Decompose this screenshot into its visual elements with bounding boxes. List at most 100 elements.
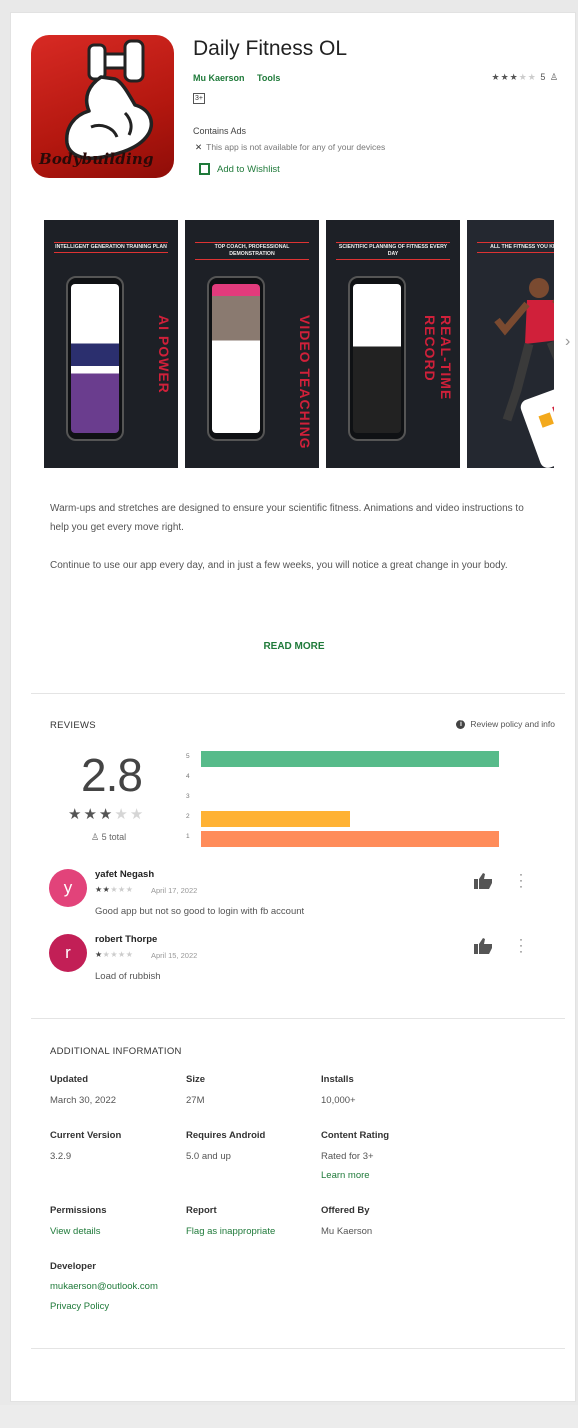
star-filled-icon: ★ [491, 72, 501, 82]
category-link[interactable]: Tools [257, 73, 280, 83]
phone-mockup [207, 276, 265, 441]
star-empty-icon: ★ [118, 885, 126, 894]
developer-email-link[interactable]: mukaerson@outlook.com [50, 1281, 158, 1292]
phone-mockup [66, 276, 124, 441]
star-empty-icon: ★ [125, 885, 134, 894]
updated-label: Updated [50, 1074, 88, 1085]
permissions-label: Permissions [50, 1205, 107, 1216]
developer-line: Mu Kaerson Tools [193, 73, 290, 83]
more-options-icon[interactable]: · · · [517, 868, 525, 892]
screenshot-1[interactable]: INTELLIGENT GENERATION TRAINING PLAN AI … [44, 220, 178, 468]
star-filled-icon: ★ [95, 950, 103, 959]
rating-count: 5 [540, 72, 547, 82]
screenshot-carousel[interactable]: INTELLIGENT GENERATION TRAINING PLAN AI … [44, 220, 554, 468]
divider [31, 1348, 565, 1349]
histogram-bar [201, 751, 499, 767]
screenshot-caption: SCIENTIFIC PLANNING OF FITNESS EVERY DAY [336, 242, 450, 260]
add-to-wishlist-button[interactable]: Add to Wishlist [199, 163, 280, 175]
review-policy-link[interactable]: i Review policy and info [456, 719, 555, 729]
carousel-next-icon[interactable]: › [565, 333, 570, 351]
screenshot-side-text: REAL-TIME RECORD [422, 315, 454, 401]
contains-ads-label: Contains Ads [193, 126, 247, 136]
installs-label: Installs [321, 1074, 354, 1085]
developer-label: Developer [50, 1261, 96, 1272]
histogram-star-label: 1 [186, 833, 190, 840]
privacy-policy-link[interactable]: Privacy Policy [50, 1301, 109, 1312]
star-empty-icon: ★ [527, 72, 537, 82]
star-filled-icon: ★ [68, 806, 84, 823]
report-label: Report [186, 1205, 217, 1216]
star-empty-icon: ★ [129, 806, 146, 823]
version-value: 3.2.9 [50, 1151, 72, 1162]
learn-more-link[interactable]: Learn more [321, 1170, 370, 1181]
star-filled-icon: ★ [98, 806, 115, 823]
read-more-button[interactable]: READ MORE [11, 641, 577, 652]
histogram-star-label: 3 [186, 793, 190, 800]
star-filled-icon: ★ [500, 72, 510, 82]
icon-logo-text: Bodybuilding [39, 150, 154, 168]
screenshot-caption: INTELLIGENT GENERATION TRAINING PLAN [54, 242, 168, 253]
size-label: Size [186, 1074, 206, 1085]
content-rating-label: Content Rating [321, 1130, 390, 1141]
reviewer-name: yafet Negash [95, 869, 155, 880]
wishlist-label: Add to Wishlist [217, 163, 280, 175]
histogram-bar [201, 811, 350, 827]
app-icon: Bodybuilding [31, 35, 174, 178]
description-paragraph-1: Warm-ups and stretches are designed to e… [50, 503, 524, 533]
screenshot-side-text: VIDEO TEACHING [297, 315, 313, 450]
page-footer [0, 1405, 578, 1428]
header-stars: ★★★★★ [491, 72, 536, 82]
athlete-illustration [494, 278, 554, 468]
avatar: y [49, 869, 87, 907]
more-options-icon[interactable]: · · · [517, 933, 525, 957]
description-paragraph-2: Continue to use our app every day, and i… [50, 560, 508, 571]
review-text: Load of rubbish [95, 971, 161, 982]
offered-by-label: Offered By [321, 1205, 370, 1216]
histogram-star-label: 5 [186, 753, 190, 760]
divider [31, 1018, 565, 1019]
android-value: 5.0 and up [186, 1151, 231, 1162]
reviews-heading: REVIEWS [50, 720, 96, 731]
avatar: r [49, 934, 87, 972]
content-rating-badge: 3+ [193, 93, 205, 104]
average-stars: ★★★★★ [68, 805, 145, 823]
developer-link[interactable]: Mu Kaerson [193, 73, 245, 83]
histogram-bar [201, 831, 499, 847]
star-empty-icon: ★ [114, 806, 130, 823]
person-icon: ♙ [91, 832, 100, 842]
review-policy-label: Review policy and info [470, 719, 555, 729]
android-label: Requires Android [186, 1130, 266, 1141]
info-icon: i [456, 719, 466, 729]
close-icon: ✕ [195, 142, 203, 152]
review-stars: ★★★★★ [95, 950, 133, 959]
screenshot-3[interactable]: SCIENTIFIC PLANNING OF FITNESS EVERY DAY… [326, 220, 460, 468]
screenshot-side-text: AI POWER [156, 315, 172, 394]
header-rating: ★★★★★ 5 ♙ [491, 72, 559, 83]
star-empty-icon: ★ [110, 950, 119, 959]
thumbs-up-icon[interactable] [474, 938, 494, 954]
star-filled-icon: ★ [509, 72, 519, 82]
histogram-star-label: 2 [186, 813, 190, 820]
version-label: Current Version [50, 1130, 122, 1141]
updated-value: March 30, 2022 [50, 1095, 117, 1106]
flag-inappropriate-link[interactable]: Flag as inappropriate [186, 1226, 275, 1237]
phone-mockup [348, 276, 406, 441]
reviewer-name: robert Thorpe [95, 934, 158, 945]
thumbs-up-icon[interactable] [474, 873, 494, 889]
additional-info-heading: ADDITIONAL INFORMATION [50, 1046, 182, 1057]
view-details-link[interactable]: View details [50, 1226, 101, 1237]
star-empty-icon: ★ [118, 950, 126, 959]
screenshot-4[interactable]: ALL THE FITNESS YOU KNOW ARE [467, 220, 554, 468]
app-title: Daily Fitness OL [193, 37, 348, 60]
availability-notice: ✕ This app is not available for any of yo… [195, 142, 385, 153]
star-empty-icon: ★ [110, 885, 119, 894]
star-empty-icon: ★ [518, 72, 528, 82]
total-label: 5 total [101, 832, 127, 842]
screenshot-2[interactable]: TOP COACH, PROFESSIONAL DEMONSTRATION VI… [185, 220, 319, 468]
content-rating-value: Rated for 3+ [321, 1151, 374, 1162]
average-rating: 2.8 [81, 749, 143, 801]
total-ratings: ♙ 5 total [91, 832, 126, 843]
app-detail-card: Bodybuilding Daily Fitness OL Mu Kaerson… [10, 12, 576, 1402]
divider [31, 693, 565, 694]
offered-by-value: Mu Kaerson [321, 1226, 373, 1237]
